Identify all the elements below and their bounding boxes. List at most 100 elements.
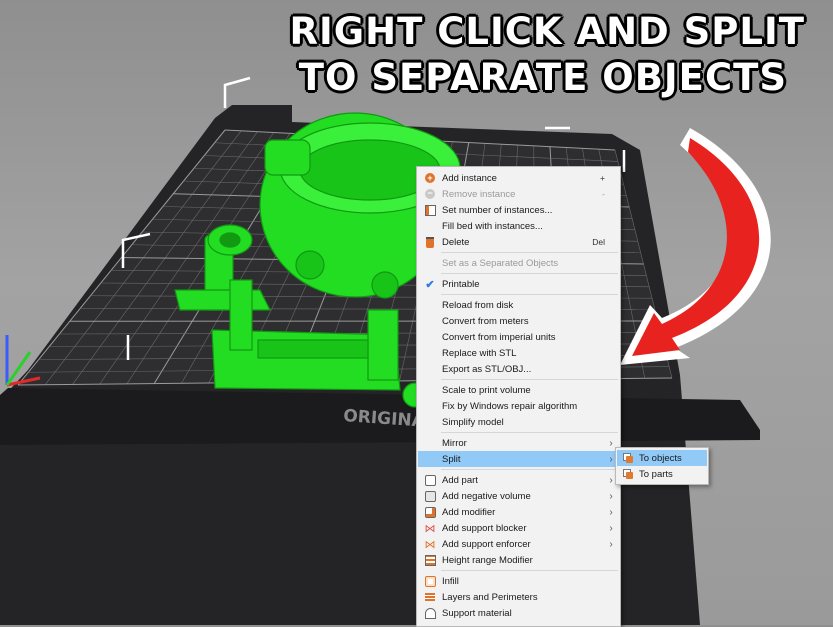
menu-item-label: Add support enforcer [442,539,603,550]
menu-item-label: Export as STL/OBJ... [442,364,583,375]
submenu-item-to-parts[interactable]: To parts [617,466,707,482]
icon-slot [418,313,442,329]
menu-item-add-support-blocker[interactable]: ⋈Add support blocker› [418,520,619,536]
plus-circle-icon: + [418,170,442,186]
menu-item-remove-instance[interactable]: −Remove instance- [418,186,619,202]
menu-item-infill[interactable]: Infill [418,573,619,589]
menu-separator [441,252,618,253]
layers-icon [418,589,442,605]
check-icon: ✔ [418,276,442,292]
menu-item-support-material[interactable]: Support material [418,605,619,621]
icon-slot [418,435,442,451]
support-material-icon [418,605,442,621]
menu-item-label: Layers and Perimeters [442,592,583,603]
menu-item-label: Add support blocker [442,523,603,534]
support-blocker-icon: ⋈ [418,520,442,536]
icon-slot [418,361,442,377]
menu-item-label: Fill bed with instances... [442,221,583,232]
support-enforcer-icon: ⋈ [418,536,442,552]
menu-item-label: Scale to print volume [442,385,583,396]
modifier-icon [418,504,442,520]
menu-item-scale-to-print-volume[interactable]: Scale to print volume [418,382,619,398]
menu-item-label: Reload from disk [442,300,583,311]
menu-item-reload-from-disk[interactable]: Reload from disk [418,297,619,313]
icon-slot [418,329,442,345]
menu-separator [441,273,618,274]
menu-item-add-support-enforcer[interactable]: ⋈Add support enforcer› [418,536,619,552]
menu-separator [441,294,618,295]
menu-item-replace-with-stl[interactable]: Replace with STL [418,345,619,361]
menu-item-label: Convert from meters [442,316,583,327]
menu-item-simplify-model[interactable]: Simplify model [418,414,619,430]
icon-slot [418,414,442,430]
add-part-icon [418,472,442,488]
menu-separator [441,432,618,433]
menu-item-split[interactable]: Split› [418,451,619,467]
height-range-icon [418,552,442,568]
chevron-right-icon: › [603,507,619,518]
menu-item-set-as-a-separated-objects[interactable]: Set as a Separated Objects [418,255,619,271]
menu-separator [441,570,618,571]
menu-item-label: Delete [442,237,583,248]
menu-item-add-modifier[interactable]: Add modifier› [418,504,619,520]
icon-slot [418,382,442,398]
menu-item-mirror[interactable]: Mirror› [418,435,619,451]
submenu-item-label: To objects [639,453,707,464]
menu-item-label: Add part [442,475,603,486]
menu-item-delete[interactable]: DeleteDel [418,234,619,250]
menu-item-add-instance[interactable]: +Add instance+ [418,170,619,186]
minus-circle-icon: − [418,186,442,202]
icon-slot [418,345,442,361]
menu-item-label: Mirror [442,438,603,449]
menu-item-label: Simplify model [442,417,583,428]
menu-item-label: Support material [442,608,583,619]
menu-separator [441,379,618,380]
menu-item-label: Add negative volume [442,491,603,502]
menu-item-convert-from-imperial-units[interactable]: Convert from imperial units [418,329,619,345]
chevron-right-icon: › [603,539,619,550]
icon-slot [418,297,442,313]
submenu-item-label: To parts [639,469,707,480]
menu-item-layers-and-perimeters[interactable]: Layers and Perimeters [418,589,619,605]
menu-item-label: Fix by Windows repair algorithm [442,401,583,412]
menu-item-fill-bed-with-instances[interactable]: Fill bed with instances... [418,218,619,234]
menu-item-add-part[interactable]: Add part› [418,472,619,488]
icon-slot [418,218,442,234]
menu-item-shortcut: Del [583,237,619,247]
icon-slot [418,398,442,414]
menu-item-shortcut: - [583,189,619,199]
menu-item-label: Remove instance [442,189,583,200]
menu-item-export-as-stl-obj[interactable]: Export as STL/OBJ... [418,361,619,377]
negative-volume-icon [418,488,442,504]
instances-icon [418,202,442,218]
menu-item-convert-from-meters[interactable]: Convert from meters [418,313,619,329]
trash-icon [418,234,442,250]
infill-icon [418,573,442,589]
icon-slot [418,255,442,271]
submenu-item-to-objects[interactable]: To objects [617,450,707,466]
headline-line-2: TO SEPARATE OBJECTS [0,56,787,99]
menu-item-fix-by-windows-repair-algorithm[interactable]: Fix by Windows repair algorithm [418,398,619,414]
menu-item-label: Set as a Separated Objects [442,258,583,269]
context-menu: +Add instance+−Remove instance-Set numbe… [416,166,621,627]
menu-item-label: Height range Modifier [442,555,583,566]
menu-item-label: Convert from imperial units [442,332,583,343]
headline-line-1: RIGHT CLICK AND SPLIT [0,10,805,53]
menu-item-printable[interactable]: ✔Printable [418,276,619,292]
split-submenu: To objects To parts [615,447,709,485]
menu-separator [441,469,618,470]
menu-item-height-range-modifier[interactable]: Height range Modifier [418,552,619,568]
menu-item-label: Infill [442,576,583,587]
icon-slot [418,451,442,467]
menu-item-set-number-of-instances[interactable]: Set number of instances... [418,202,619,218]
chevron-right-icon: › [603,523,619,534]
chevron-right-icon: › [603,491,619,502]
menu-item-label: Replace with STL [442,348,583,359]
menu-item-shortcut: + [583,173,619,183]
menu-item-label: Add modifier [442,507,603,518]
menu-item-label: Split [442,454,603,465]
menu-item-add-negative-volume[interactable]: Add negative volume› [418,488,619,504]
menu-item-label: Add instance [442,173,583,184]
split-parts-icon [617,466,639,482]
split-objects-icon [617,450,639,466]
